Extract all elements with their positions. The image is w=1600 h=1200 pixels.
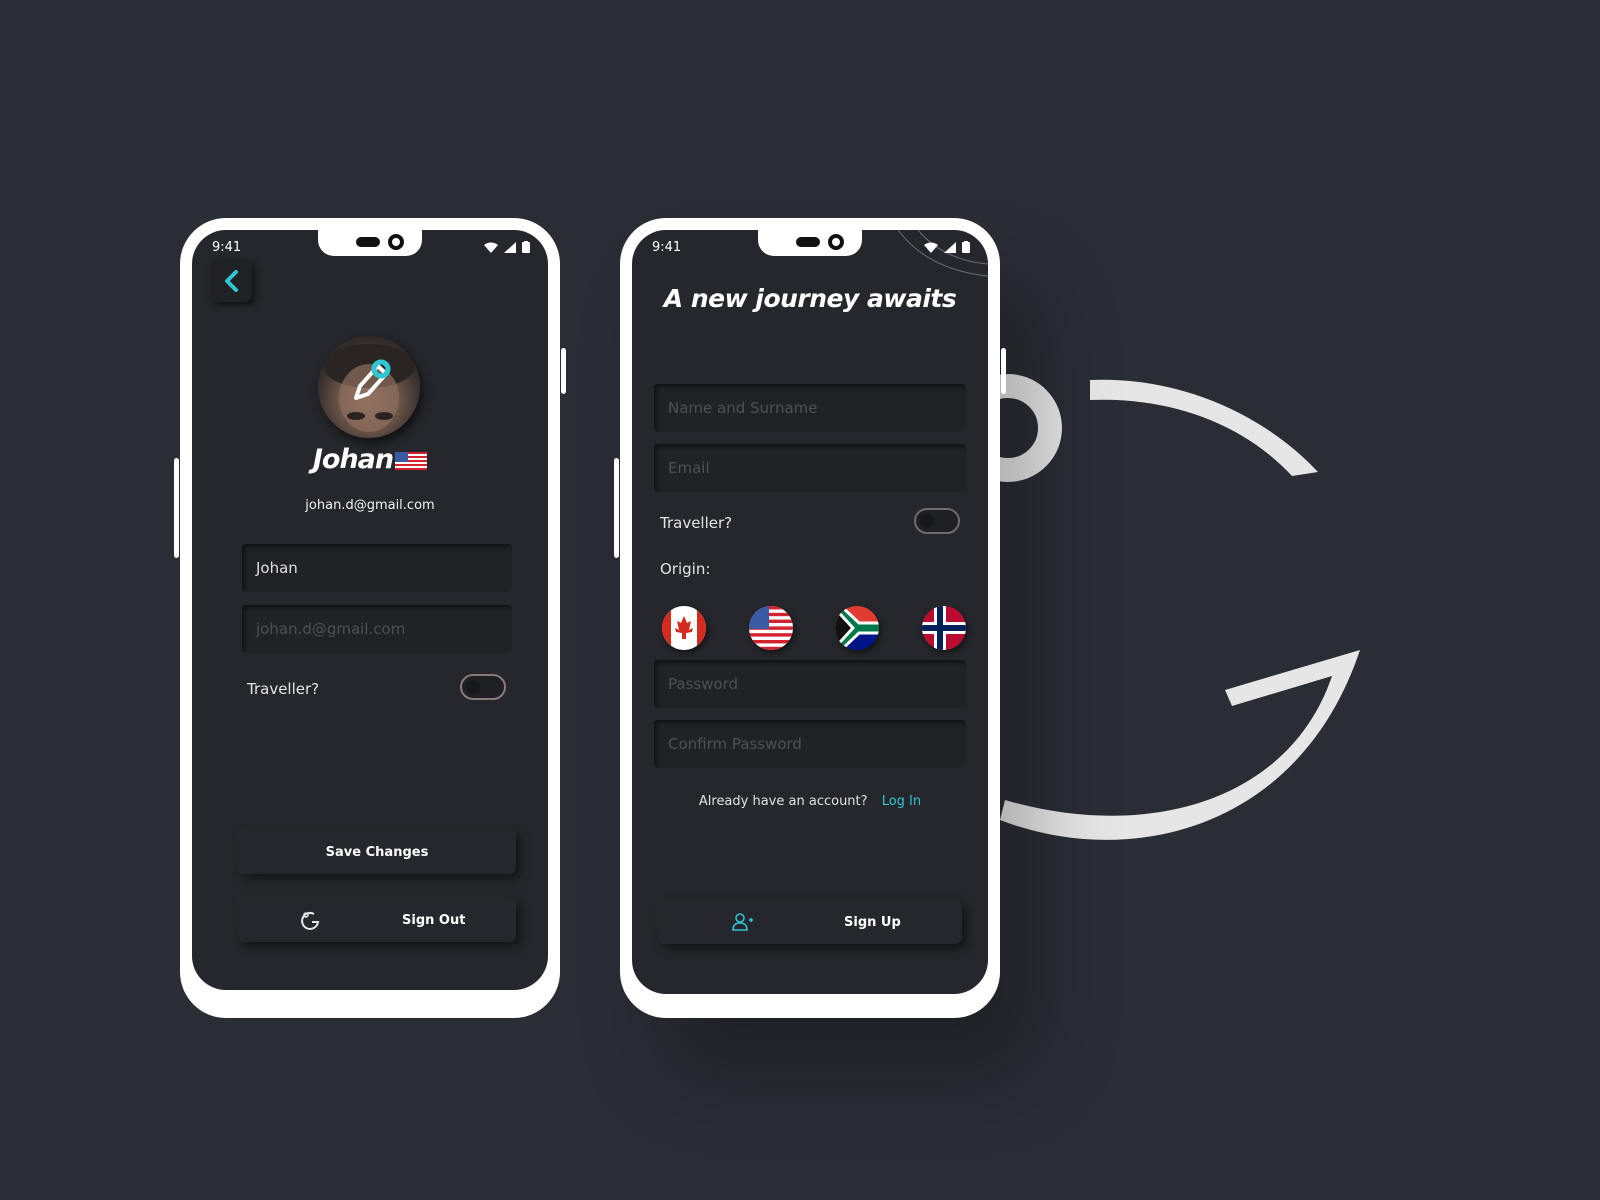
origin-flags: [662, 606, 966, 650]
traveller-label: Traveller?: [660, 514, 733, 532]
name-surname-field[interactable]: Name and Surname: [654, 384, 966, 432]
notch: [758, 230, 862, 256]
password-placeholder: Password: [668, 675, 739, 693]
profile-name-text: Johan: [312, 444, 394, 475]
wifi-icon: [924, 242, 938, 253]
account-prompt-text: Already have an account?: [698, 794, 868, 809]
password-field[interactable]: Password: [654, 660, 966, 708]
save-changes-label: Save Changes: [325, 844, 429, 860]
south-africa-flag-icon[interactable]: [835, 606, 880, 650]
usa-flag-icon[interactable]: [748, 606, 793, 650]
signal-icon: [944, 241, 956, 253]
origin-label: Origin:: [660, 560, 711, 578]
confirm-password-field[interactable]: Confirm Password: [654, 720, 966, 768]
status-icons: [924, 241, 970, 253]
sign-up-button[interactable]: Sign Up: [658, 900, 962, 944]
traveller-label: Traveller?: [247, 680, 320, 698]
profile-name: Johan: [192, 444, 548, 475]
save-changes-button[interactable]: Save Changes: [238, 830, 516, 874]
sign-out-label: Sign Out: [402, 912, 466, 928]
norway-flag-icon[interactable]: [921, 606, 966, 650]
add-user-icon: [732, 913, 753, 931]
decorative-arcs: [897, 230, 988, 277]
signup-phone: 9:41 A new journey awaits Name and Surna…: [614, 218, 1006, 1018]
name-surname-placeholder: Name and Surname: [668, 399, 818, 417]
chevron-left-icon: [225, 270, 238, 292]
traveller-toggle[interactable]: [914, 508, 960, 534]
sign-out-button[interactable]: Sign Out: [238, 898, 516, 942]
traveller-toggle[interactable]: [460, 674, 506, 700]
profile-email: johan.d@gmail.com: [305, 498, 435, 513]
profile-phone: 9:41 Johan johan.d@gmail.com Johan johan…: [174, 218, 566, 1018]
sign-up-label: Sign Up: [844, 914, 901, 930]
status-icons: [484, 241, 530, 253]
login-prompt: Already have an account? Log In: [632, 794, 988, 809]
status-time: 9:41: [652, 240, 682, 255]
canada-flag-icon[interactable]: [662, 606, 706, 650]
signal-icon: [504, 241, 516, 253]
status-time: 9:41: [212, 240, 242, 255]
email-field[interactable]: johan.d@gmail.com: [242, 605, 512, 653]
battery-icon: [522, 241, 530, 253]
page-title: A new journey awaits: [663, 284, 957, 313]
notch: [318, 230, 422, 256]
name-field[interactable]: Johan: [242, 544, 512, 592]
signup-screen: 9:41 A new journey awaits Name and Surna…: [632, 230, 988, 994]
email-field-placeholder: johan.d@gmail.com: [256, 620, 406, 638]
usa-flag-icon: [395, 451, 428, 470]
name-field-value: Johan: [256, 559, 298, 577]
email-placeholder: Email: [668, 459, 710, 477]
login-link[interactable]: Log In: [882, 794, 921, 809]
confirm-password-placeholder: Confirm Password: [668, 735, 802, 753]
profile-screen: 9:41 Johan johan.d@gmail.com Johan johan…: [192, 230, 548, 990]
email-field[interactable]: Email: [654, 444, 966, 492]
app-logo-icon: [301, 911, 320, 930]
wifi-icon: [484, 242, 498, 253]
battery-icon: [962, 241, 970, 253]
edit-pen-icon[interactable]: [350, 358, 394, 404]
back-button[interactable]: [210, 260, 252, 302]
